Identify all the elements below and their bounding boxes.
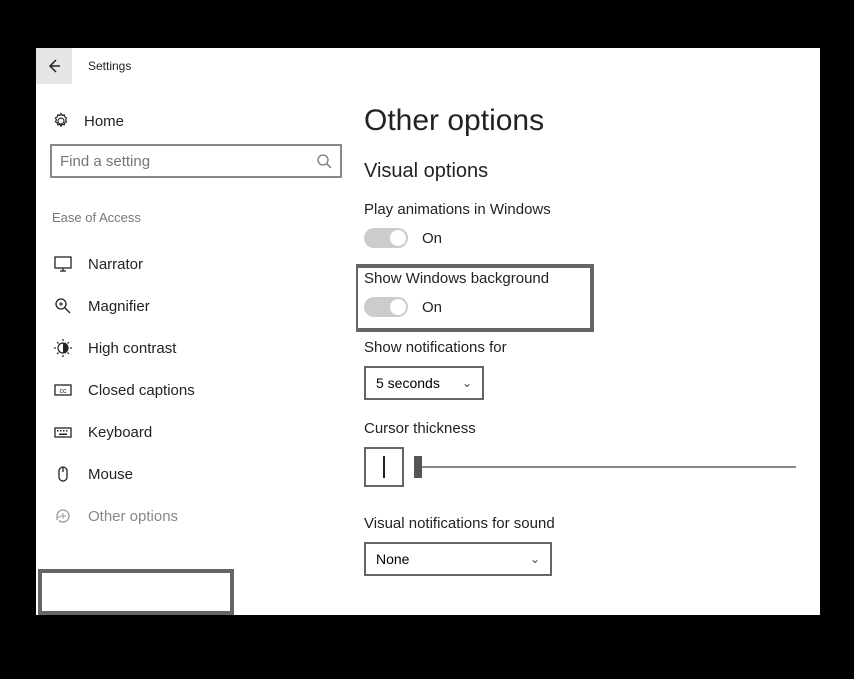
- sidebar-item-label: Narrator: [88, 256, 143, 273]
- cursor-thickness-slider[interactable]: [418, 457, 796, 477]
- search-icon: [316, 153, 332, 169]
- body: Home Ease of Access Narrator Magnifi: [36, 84, 820, 615]
- magnifier-icon: [54, 297, 72, 315]
- content: Other options Visual options Play animat…: [356, 84, 820, 615]
- keyboard-icon: [54, 423, 72, 441]
- mouse-icon: [54, 465, 72, 483]
- sidebar-item-keyboard[interactable]: Keyboard: [50, 411, 342, 453]
- setting-show-notifications: Show notifications for 5 seconds ⌄: [364, 339, 796, 400]
- play-animations-toggle[interactable]: [364, 228, 408, 248]
- sidebar-item-closed-captions[interactable]: cc Closed captions: [50, 369, 342, 411]
- home-button[interactable]: Home: [50, 106, 342, 144]
- cc-icon: cc: [54, 381, 72, 399]
- toggle-state: On: [422, 299, 442, 316]
- sidebar: Home Ease of Access Narrator Magnifi: [36, 84, 356, 615]
- contrast-icon: [54, 339, 72, 357]
- setting-label: Cursor thickness: [364, 420, 796, 437]
- setting-visual-notifications: Visual notifications for sound None ⌄: [364, 515, 796, 576]
- page-title: Other options: [364, 104, 796, 138]
- sidebar-item-other-options[interactable]: Other options: [50, 495, 342, 537]
- back-arrow-icon: [46, 58, 62, 74]
- select-value: None: [376, 551, 409, 567]
- chevron-down-icon: ⌄: [530, 552, 540, 566]
- setting-show-background: Show Windows background On: [364, 270, 796, 317]
- sidebar-item-mouse[interactable]: Mouse: [50, 453, 342, 495]
- section-visual-options: Visual options: [364, 160, 796, 183]
- app-title: Settings: [72, 59, 131, 73]
- gear-icon: [52, 112, 70, 130]
- notifications-duration-select[interactable]: 5 seconds ⌄: [364, 366, 484, 400]
- toggle-state: On: [422, 230, 442, 247]
- sidebar-item-magnifier[interactable]: Magnifier: [50, 285, 342, 327]
- refresh-plus-icon: [54, 507, 72, 525]
- sidebar-item-high-contrast[interactable]: High contrast: [50, 327, 342, 369]
- show-background-toggle[interactable]: [364, 297, 408, 317]
- section-label: Ease of Access: [50, 210, 342, 225]
- titlebar: Settings: [36, 48, 820, 84]
- settings-window: Settings Home Ease of Access N: [36, 48, 820, 615]
- select-value: 5 seconds: [376, 375, 440, 391]
- setting-label: Show Windows background: [364, 270, 796, 287]
- setting-play-animations: Play animations in Windows On: [364, 201, 796, 248]
- sidebar-item-label: Keyboard: [88, 424, 152, 441]
- setting-cursor-thickness: Cursor thickness: [364, 420, 796, 487]
- highlight-sidebar: [38, 569, 234, 615]
- visual-notifications-select[interactable]: None ⌄: [364, 542, 552, 576]
- sidebar-item-label: Magnifier: [88, 298, 150, 315]
- sidebar-item-label: Mouse: [88, 466, 133, 483]
- chevron-down-icon: ⌄: [462, 376, 472, 390]
- search-input[interactable]: [60, 153, 316, 170]
- setting-label: Visual notifications for sound: [364, 515, 796, 532]
- sidebar-item-narrator[interactable]: Narrator: [50, 243, 342, 285]
- setting-label: Play animations in Windows: [364, 201, 796, 218]
- sidebar-item-label: Other options: [88, 508, 178, 525]
- search-box[interactable]: [50, 144, 342, 178]
- home-label: Home: [84, 113, 124, 130]
- setting-label: Show notifications for: [364, 339, 796, 356]
- sidebar-item-label: High contrast: [88, 340, 176, 357]
- back-button[interactable]: [36, 48, 72, 84]
- sidebar-item-label: Closed captions: [88, 382, 195, 399]
- monitor-icon: [54, 255, 72, 273]
- cursor-preview: [364, 447, 404, 487]
- svg-text:cc: cc: [60, 388, 68, 395]
